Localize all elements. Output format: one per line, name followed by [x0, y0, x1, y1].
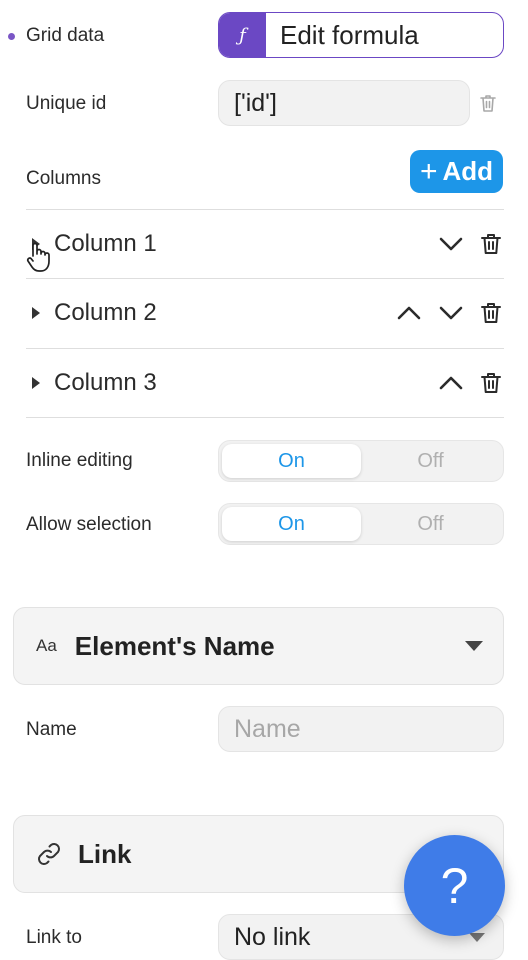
column-item[interactable]: Column 1 — [26, 210, 504, 278]
columns-label: Columns — [26, 168, 101, 189]
element-name-section-title: Element's Name — [74, 630, 275, 661]
chevron-up-icon[interactable] — [396, 301, 422, 325]
unique-id-label: Unique id — [26, 93, 107, 114]
name-label: Name — [26, 719, 77, 740]
trash-icon[interactable] — [477, 92, 499, 114]
grid-data-label: Grid data — [26, 25, 105, 46]
column-name: Column 3 — [54, 369, 157, 396]
expand-triangle-icon[interactable] — [32, 307, 40, 319]
edit-formula-button[interactable]: ƒ Edit formula — [218, 12, 504, 58]
inline-editing-on[interactable]: On — [222, 444, 361, 478]
link-to-label: Link to — [26, 927, 82, 948]
trash-icon[interactable] — [478, 231, 504, 257]
chevron-down-icon[interactable] — [438, 232, 464, 256]
inline-editing-off[interactable]: Off — [361, 444, 500, 478]
text-aa-icon: Aa — [36, 636, 57, 655]
column-name: Column 1 — [54, 230, 157, 257]
inline-editing-label: Inline editing — [26, 450, 133, 471]
allow-selection-label: Allow selection — [26, 514, 152, 535]
bound-indicator-dot — [8, 33, 15, 40]
formula-icon: ƒ — [219, 13, 266, 57]
chevron-up-icon[interactable] — [438, 371, 464, 395]
element-name-section-header[interactable]: Aa Element's Name — [13, 607, 504, 685]
column-item[interactable]: Column 2 — [26, 279, 504, 347]
chevron-down-icon[interactable] — [438, 301, 464, 325]
divider — [26, 417, 504, 418]
hand-cursor-icon — [24, 240, 54, 274]
allow-selection-off[interactable]: Off — [361, 507, 500, 541]
trash-icon[interactable] — [478, 300, 504, 326]
link-section-title: Link — [78, 838, 132, 869]
unique-id-input[interactable]: ['id'] — [218, 80, 470, 126]
inline-editing-toggle[interactable]: On Off — [218, 440, 504, 482]
column-name: Column 2 — [54, 299, 157, 326]
help-button[interactable]: ? — [404, 835, 505, 936]
link-to-value: No link — [234, 922, 311, 951]
plus-icon: + — [419, 154, 438, 188]
name-input[interactable]: Name — [218, 706, 504, 752]
expand-triangle-icon[interactable] — [32, 377, 40, 389]
add-column-label: Add — [442, 156, 494, 186]
edit-formula-label: Edit formula — [280, 19, 419, 50]
caret-down-icon — [469, 932, 485, 942]
add-column-button[interactable]: + Add — [410, 150, 503, 193]
allow-selection-on[interactable]: On — [222, 507, 361, 541]
allow-selection-toggle[interactable]: On Off — [218, 503, 504, 545]
caret-down-icon — [465, 641, 483, 651]
trash-icon[interactable] — [478, 370, 504, 396]
link-icon — [36, 841, 62, 867]
column-item[interactable]: Column 3 — [26, 349, 504, 417]
